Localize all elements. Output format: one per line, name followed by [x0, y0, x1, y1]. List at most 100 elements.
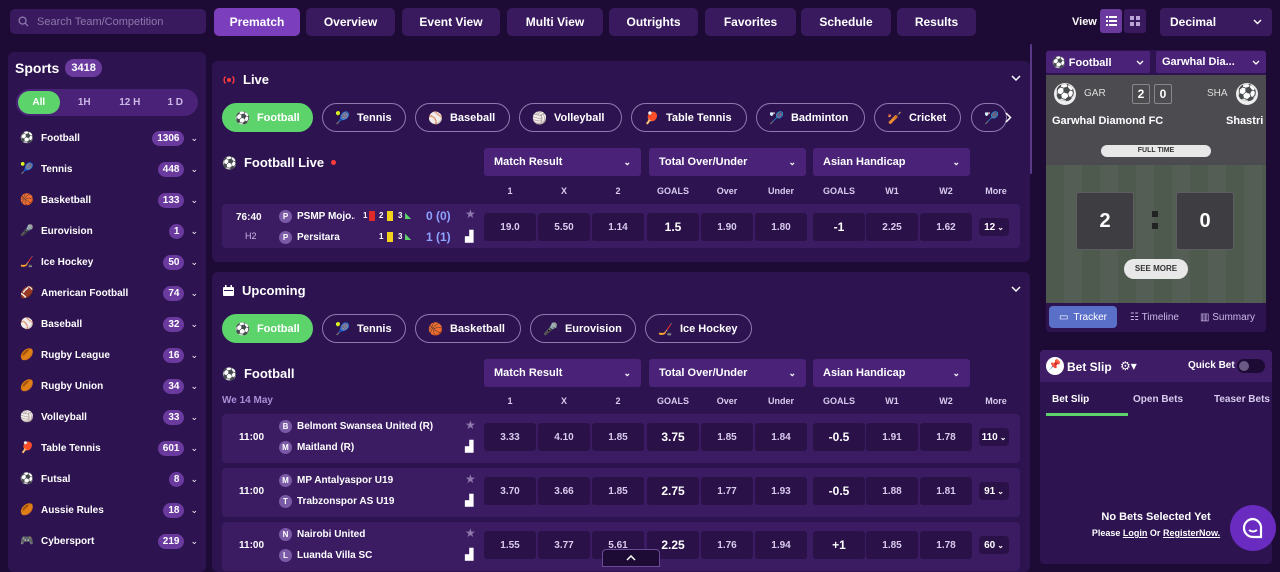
odds-button[interactable]: 1.91 — [866, 423, 918, 451]
odds-button[interactable]: 1.84 — [755, 423, 807, 451]
sidebar-item-tennis[interactable]: 🎾 Tennis 448 ⌄ — [20, 158, 198, 180]
collapse-upcoming-icon[interactable] — [1011, 286, 1021, 293]
market-total-over-under[interactable]: Total Over/Under ⌄ — [649, 148, 806, 176]
tab-summary[interactable]: ▥ Summary — [1200, 312, 1255, 323]
sidebar-item-table-tennis[interactable]: 🏓 Table Tennis 601 ⌄ — [20, 437, 198, 459]
odds-format-select[interactable]: Decimal — [1160, 8, 1272, 36]
sport-pill-table-tennis[interactable]: 🏓 Table Tennis — [631, 103, 747, 132]
odds-button[interactable]: 1.62 — [920, 213, 972, 241]
team-away[interactable]: L Luanda Villa SC — [279, 549, 372, 562]
sport-pill-cricket[interactable]: 🏏 Cricket — [874, 103, 961, 132]
odds-button[interactable]: -0.5 — [813, 423, 865, 451]
nav-outrights[interactable]: Outrights — [609, 8, 698, 36]
odds-button[interactable]: 1.77 — [701, 477, 753, 505]
tab-tracker[interactable]: ▭ Tracker — [1049, 306, 1117, 328]
more-markets-button[interactable]: 12 ⌄ — [979, 218, 1009, 236]
odds-button[interactable]: 5.50 — [538, 213, 590, 241]
odds-button[interactable]: 2.25 — [866, 213, 918, 241]
team-home[interactable]: N Nairobi United — [279, 528, 365, 541]
sport-pill-football[interactable]: ⚽ Football — [222, 314, 313, 343]
stats-icon[interactable]: ▟ — [465, 440, 473, 453]
sport-pill-tennis[interactable]: 🎾 Tennis — [322, 314, 406, 343]
odds-button[interactable]: 1.78 — [920, 423, 972, 451]
team-away[interactable]: P Persitara — [279, 231, 355, 244]
register-link[interactable]: RegisterNow. — [1163, 528, 1220, 538]
tab-bet-slip[interactable]: Bet Slip — [1052, 394, 1089, 405]
odds-button[interactable]: 2.75 — [647, 477, 699, 505]
odds-button[interactable]: 1.5 — [647, 213, 699, 241]
odds-button[interactable]: 1.14 — [592, 213, 644, 241]
odds-button[interactable]: 1.85 — [592, 477, 644, 505]
sidebar-item-volleyball[interactable]: 🏐 Volleyball 33 ⌄ — [20, 406, 198, 428]
search-box[interactable] — [10, 9, 206, 34]
stats-icon[interactable]: ▟ — [465, 494, 473, 507]
market-asian-handicap[interactable]: Asian Handicap ⌄ — [813, 148, 970, 176]
scroll-up-button[interactable] — [602, 549, 660, 567]
more-markets-button[interactable]: 60 ⌄ — [979, 536, 1009, 554]
nav-multi-view[interactable]: Multi View — [507, 8, 603, 36]
sidebar-item-ice-hockey[interactable]: 🏒 Ice Hockey 50 ⌄ — [20, 251, 198, 273]
tab-timeline[interactable]: ☷ Timeline — [1130, 312, 1179, 323]
sidebar-item-aussie-rules[interactable]: 🏉 Aussie Rules 18 ⌄ — [20, 499, 198, 521]
odds-button[interactable]: 1.80 — [755, 213, 807, 241]
sidebar-item-rugby-league[interactable]: 🏉 Rugby League 16 ⌄ — [20, 344, 198, 366]
nav-overview[interactable]: Overview — [306, 8, 395, 36]
team-home[interactable]: B Belmont Swansea United (R) — [279, 420, 433, 433]
odds-button[interactable]: 3.70 — [484, 477, 536, 505]
filter-all[interactable]: All — [18, 91, 60, 114]
sidebar-item-american-football[interactable]: 🏈 American Football 74 ⌄ — [20, 282, 198, 304]
nav-results[interactable]: Results — [897, 8, 976, 36]
stats-icon[interactable]: ▟ — [465, 230, 473, 243]
odds-button[interactable]: 1.85 — [592, 423, 644, 451]
sport-pill-badminton[interactable]: 🏸 Badminton — [756, 103, 865, 132]
sport-pill-ice-hockey[interactable]: 🏒 Ice Hockey — [645, 314, 752, 343]
market-match-result[interactable]: Match Result ⌄ — [484, 148, 641, 176]
grid-view-button[interactable] — [1124, 9, 1146, 33]
nav-event-view[interactable]: Event View — [402, 8, 500, 36]
sidebar-item-rugby-union[interactable]: 🏉 Rugby Union 34 ⌄ — [20, 375, 198, 397]
sport-pill-basketball[interactable]: 🏀 Basketball — [415, 314, 521, 343]
odds-button[interactable]: 1.90 — [701, 213, 753, 241]
search-input[interactable] — [37, 15, 197, 28]
odds-button[interactable]: 1.94 — [755, 531, 807, 559]
nav-favorites[interactable]: Favorites — [705, 8, 796, 36]
favorite-star-icon[interactable]: ★ — [465, 472, 476, 486]
market-total-over-under[interactable]: Total Over/Under ⌄ — [649, 359, 806, 387]
settings-gear-icon[interactable]: ⚙▾ — [1120, 359, 1137, 373]
sport-pill-football[interactable]: ⚽ Football — [222, 103, 313, 132]
tab-open-bets[interactable]: Open Bets — [1133, 394, 1183, 405]
favorite-star-icon[interactable]: ★ — [465, 418, 476, 432]
sport-pill-volleyball[interactable]: 🏐 Volleyball — [519, 103, 622, 132]
sidebar-item-basketball[interactable]: 🏀 Basketball 133 ⌄ — [20, 189, 198, 211]
login-link[interactable]: Login — [1123, 528, 1148, 538]
tracker-sport-select[interactable]: ⚽ Football — [1046, 51, 1150, 73]
team-away[interactable]: M Maitland (R) — [279, 441, 354, 454]
odds-button[interactable]: 1.85 — [866, 531, 918, 559]
tracker-match-select[interactable]: Garwhal Dia... — [1156, 51, 1266, 73]
market-asian-handicap[interactable]: Asian Handicap ⌄ — [813, 359, 970, 387]
list-view-button[interactable] — [1100, 9, 1122, 33]
filter-1h[interactable]: 1H — [64, 91, 106, 114]
odds-button[interactable]: 3.77 — [538, 531, 590, 559]
stats-icon[interactable]: ▟ — [465, 548, 473, 561]
sidebar-item-cybersport[interactable]: 🎮 Cybersport 219 ⌄ — [20, 530, 198, 552]
sidebar-item-baseball[interactable]: ⚾ Baseball 32 ⌄ — [20, 313, 198, 335]
filter-12h[interactable]: 12 H — [109, 91, 151, 114]
odds-button[interactable]: 1.88 — [866, 477, 918, 505]
collapse-live-icon[interactable] — [1011, 75, 1021, 82]
sport-pill-tennis[interactable]: 🎾 Tennis — [322, 103, 406, 132]
odds-button[interactable]: -1 — [813, 213, 865, 241]
odds-button[interactable]: 1.78 — [920, 531, 972, 559]
chat-button[interactable] — [1230, 505, 1276, 551]
market-match-result[interactable]: Match Result ⌄ — [484, 359, 641, 387]
nav-prematch[interactable]: Prematch — [214, 8, 300, 36]
odds-button[interactable]: 3.66 — [538, 477, 590, 505]
more-markets-button[interactable]: 110 ⌄ — [979, 428, 1009, 446]
see-more-button[interactable]: SEE MORE — [1124, 259, 1188, 279]
chevron-right-icon[interactable] — [1005, 112, 1012, 123]
odds-button[interactable]: 1.55 — [484, 531, 536, 559]
team-home[interactable]: M MP Antalyaspor U19 — [279, 474, 393, 487]
sidebar-item-eurovision[interactable]: 🎤 Eurovision 1 ⌄ — [20, 220, 198, 242]
sport-pill-more[interactable]: 🏸 — [971, 103, 1007, 132]
odds-button[interactable]: 1.81 — [920, 477, 972, 505]
